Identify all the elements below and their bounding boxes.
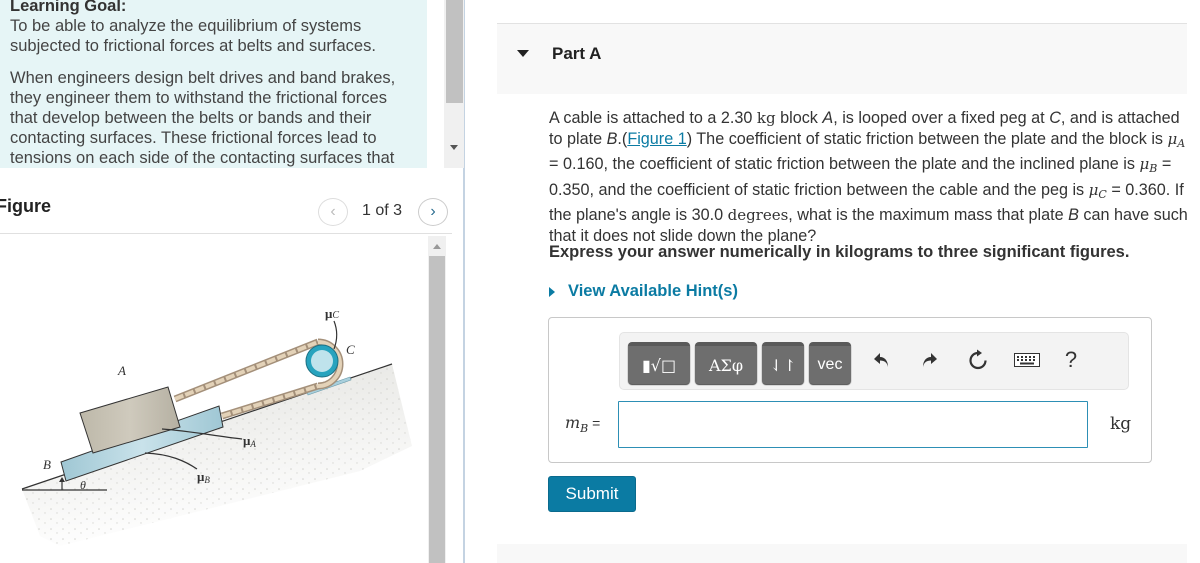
var-b: B xyxy=(1068,206,1079,224)
learning-goal-panel: Learning Goal: To be able to analyze the… xyxy=(0,0,427,168)
undo-icon xyxy=(874,353,888,367)
arrows-icon: ⇃↾ xyxy=(769,355,797,375)
answer-box: ▮√□ ΑΣφ ⇃↾ vec ? mB = kg xyxy=(548,317,1152,463)
scrollbar-thumb[interactable] xyxy=(429,256,445,563)
question-fragment: .( xyxy=(617,129,628,148)
templates-button[interactable]: ▮√□ xyxy=(628,342,690,384)
inclined-plane-diagram: A B C θ μA μB μC xyxy=(21,306,412,546)
learning-goal-scrollbar[interactable] xyxy=(444,0,464,168)
mu-a-symbol: μA xyxy=(1167,129,1186,150)
figure-prev-button[interactable]: ‹ xyxy=(318,198,348,226)
equals-sign: = xyxy=(588,415,601,431)
keyboard-icon xyxy=(1014,353,1040,367)
learning-goal-intro: When engineers design belt drives and ba… xyxy=(10,69,396,167)
scroll-down-arrow-icon[interactable] xyxy=(450,145,458,150)
mu-c-subscript: C xyxy=(332,310,339,321)
label-a: A xyxy=(117,363,126,378)
scrollbar-thumb[interactable] xyxy=(446,0,463,103)
mu-b-subscript: B xyxy=(204,475,210,485)
help-button[interactable]: ? xyxy=(1058,345,1084,375)
figure-title: Figure xyxy=(0,196,52,216)
chevron-right-icon: › xyxy=(430,203,436,220)
label-theta: θ xyxy=(80,478,86,492)
mu-subscript: A xyxy=(1177,136,1186,150)
arrows-button[interactable]: ⇃↾ xyxy=(762,342,804,384)
label-c: C xyxy=(346,342,355,357)
peg-c-inner xyxy=(311,350,333,372)
question-fragment: , what is the maximum mass that plate xyxy=(788,206,1069,224)
figure-counter: 1 of 3 xyxy=(362,202,403,219)
next-part-header xyxy=(497,544,1187,563)
var-a: A xyxy=(822,109,834,127)
part-a-header[interactable]: Part A xyxy=(497,23,1187,94)
greek-symbols-icon: ΑΣφ xyxy=(708,355,744,375)
question-fragment: block xyxy=(775,109,823,127)
part-title: Part A xyxy=(552,44,602,63)
reset-button[interactable] xyxy=(965,345,991,375)
view-hints-link[interactable]: View Available Hint(s) xyxy=(549,282,738,301)
label-mu-c: μC xyxy=(325,306,339,321)
learning-goal-title: Learning Goal: xyxy=(10,0,127,15)
mu-symbol: μ xyxy=(1088,180,1099,199)
figure-next-button[interactable]: › xyxy=(418,198,448,226)
question-fragment: ) The coefficient of static friction bet… xyxy=(686,129,1168,148)
figure-image: A B C θ μA μB μC xyxy=(0,236,428,563)
answer-unit: kg xyxy=(1110,414,1132,434)
reset-icon xyxy=(969,349,987,370)
chevron-left-icon: ‹ xyxy=(330,203,336,220)
question-text: A cable is attached to a 2.30 kg block A… xyxy=(549,108,1194,246)
undo-button[interactable] xyxy=(869,345,895,375)
vector-label: vec xyxy=(817,356,843,373)
greek-symbols-button[interactable]: ΑΣφ xyxy=(695,342,757,384)
collapse-triangle-icon[interactable] xyxy=(517,50,529,57)
mu-b-symbol: μB xyxy=(1139,155,1157,175)
figure-1-link[interactable]: Figure 1 xyxy=(627,130,686,148)
var-symbol: m xyxy=(565,413,581,432)
keyboard-button[interactable] xyxy=(1010,345,1044,375)
submit-button[interactable]: Submit xyxy=(548,476,636,512)
scroll-up-arrow-icon[interactable] xyxy=(433,244,441,249)
answer-variable-label: mB = xyxy=(565,413,600,435)
answer-instructions: Express your answer numerically in kilog… xyxy=(549,243,1130,261)
mu-symbol: μ xyxy=(1167,129,1178,148)
unit-degrees: degrees xyxy=(727,206,789,224)
math-toolbar: ▮√□ ΑΣφ ⇃↾ vec ? xyxy=(619,332,1129,390)
vector-button[interactable]: vec xyxy=(809,342,851,384)
view-hints-label: View Available Hint(s) xyxy=(568,282,738,300)
question-fragment: A cable is attached to a 2.30 xyxy=(549,109,757,127)
answer-input[interactable] xyxy=(618,401,1088,448)
redo-button[interactable] xyxy=(916,345,942,375)
unit-kg: kg xyxy=(756,109,776,127)
question-fragment: = 0.160, the coefficient of static frict… xyxy=(549,155,1140,173)
expand-triangle-icon xyxy=(549,286,555,297)
mu-a-subscript: A xyxy=(249,439,256,449)
mu-symbol: μ xyxy=(1139,155,1150,173)
var-c: C xyxy=(1049,109,1061,127)
figure-scrollbar[interactable] xyxy=(428,236,446,563)
help-icon: ? xyxy=(1064,347,1078,372)
label-b: B xyxy=(43,457,51,472)
mu-subscript: C xyxy=(1098,187,1107,201)
left-pane: Learning Goal: To be able to analyze the… xyxy=(0,0,465,563)
learning-goal-text: To be able to analyze the equilibrium of… xyxy=(10,17,376,55)
redo-icon xyxy=(923,353,937,367)
var-b: B xyxy=(606,129,618,148)
mu-c-symbol: μC xyxy=(1088,180,1107,201)
question-fragment: , is looped over a fixed peg at xyxy=(833,109,1050,127)
figure-header: Figure ‹ 1 of 3 › xyxy=(0,188,452,234)
templates-icon: ▮√□ xyxy=(641,355,677,375)
